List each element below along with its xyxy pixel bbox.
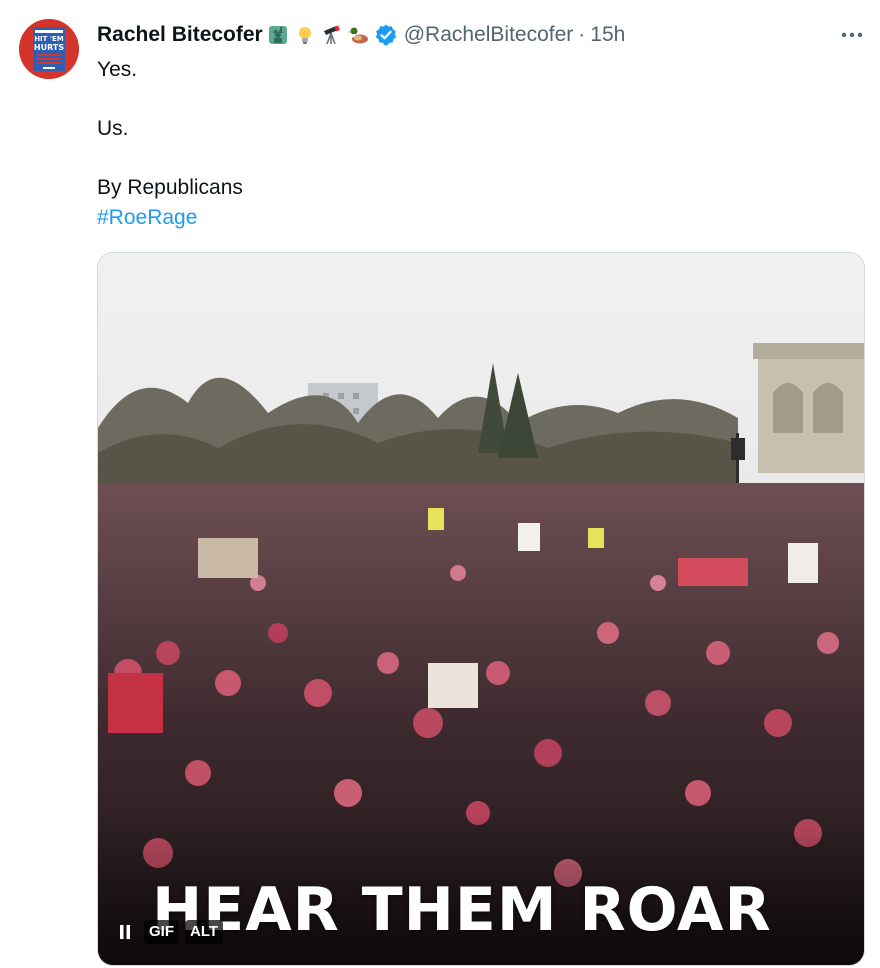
avatar[interactable]: HIT 'EM HURTS [19, 19, 79, 79]
lightbulb-icon [293, 23, 317, 47]
tweet-header: Rachel Bitecofer @RachelBitecofer · 15h [97, 20, 860, 50]
gif-badge: GIF [144, 920, 179, 944]
pause-icon[interactable] [112, 919, 138, 945]
tweet-line: By Republicans [97, 176, 243, 199]
avatar-book-title-top: HIT 'EM [34, 35, 64, 43]
duck-icon [347, 23, 371, 47]
more-options-icon[interactable] [841, 24, 863, 46]
gif-controls: GIF ALT [112, 919, 224, 945]
hashtag-line: #RoeRage [97, 203, 817, 233]
gif-caption: HEAR THEM ROAR [152, 875, 772, 945]
timestamp[interactable]: 15h [590, 23, 625, 47]
hashtag-link[interactable]: #RoeRage [97, 206, 197, 229]
display-name[interactable]: Rachel Bitecofer [97, 23, 263, 47]
tweet[interactable]: HIT 'EM HURTS Rachel Bitecofer @RachelBi… [0, 0, 880, 968]
protest-crowd-scene [98, 253, 864, 965]
statue-of-liberty-icon [266, 23, 290, 47]
tweet-line: Us. [97, 117, 129, 140]
tweet-text: Yes. Us. By Republicans #RoeRage [97, 55, 817, 232]
avatar-book-title-bottom: HURTS [34, 43, 64, 52]
gif-media[interactable]: HEAR THEM ROAR GIF ALT [97, 252, 865, 966]
tweet-line: Yes. [97, 58, 138, 81]
verified-badge-icon[interactable] [374, 23, 398, 47]
telescope-icon [320, 23, 344, 47]
author-handle[interactable]: @RachelBitecofer [404, 23, 574, 47]
alt-text-badge[interactable]: ALT [185, 920, 224, 944]
separator-dot: · [578, 23, 586, 46]
